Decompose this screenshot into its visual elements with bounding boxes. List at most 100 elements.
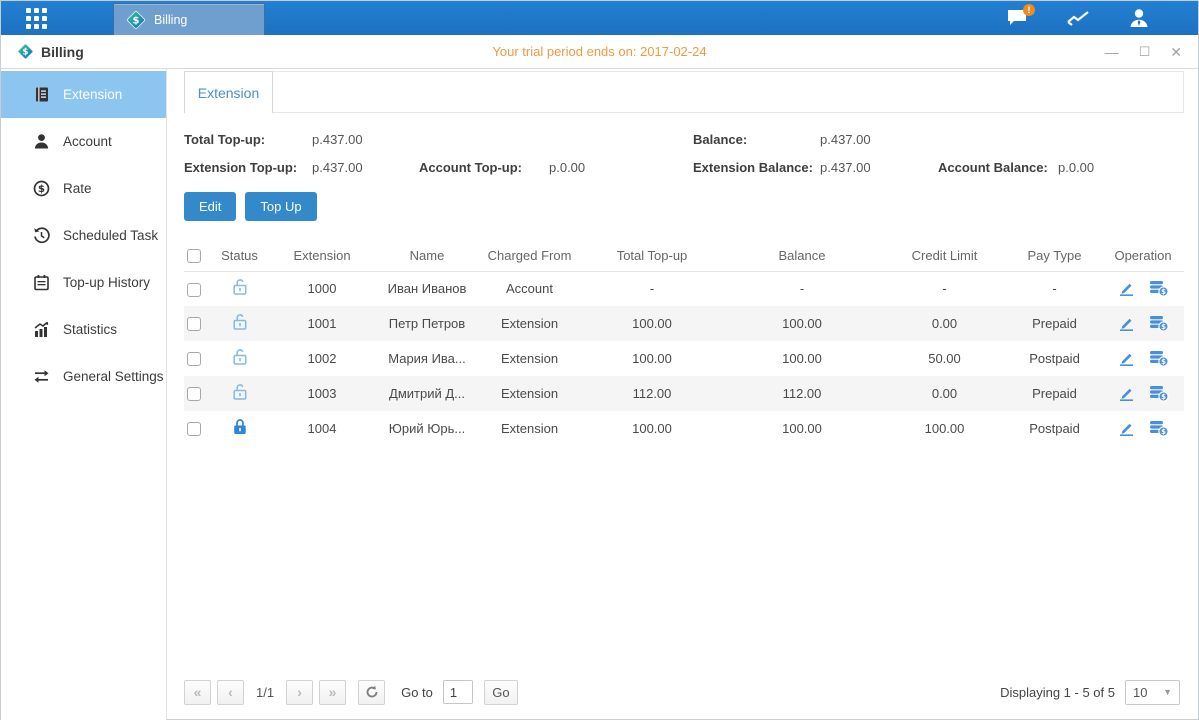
edit-row-icon[interactable] [1118, 420, 1135, 437]
cell-balance: 100.00 [722, 411, 882, 446]
main-content: Extension Total Top-up: p.437.00 Balance… [167, 69, 1198, 720]
goto-label: Go to [401, 685, 433, 700]
cell-name: Петр Петров [377, 306, 477, 341]
reports-button[interactable] [1066, 9, 1090, 27]
select-all-checkbox[interactable] [187, 249, 201, 263]
cell-total-topup: - [582, 271, 722, 306]
row-checkbox[interactable] [187, 422, 201, 436]
sidebar-item-rate[interactable]: $ Rate [1, 165, 166, 212]
cell-credit-limit: 0.00 [882, 376, 1007, 411]
billing-summary: Total Top-up: p.437.00 Balance: p.437.00… [184, 132, 1184, 175]
cell-charged-from: Extension [477, 306, 582, 341]
lock-closed-icon [232, 418, 248, 436]
first-page-button[interactable]: « [184, 680, 211, 705]
sidebar-item-extension[interactable]: Extension [1, 71, 166, 118]
refresh-button[interactable] [358, 680, 385, 705]
close-button[interactable]: ✕ [1170, 45, 1182, 59]
sidebar-item-label: Account [63, 134, 112, 149]
next-page-button[interactable]: › [286, 680, 313, 705]
rate-icon: $ [32, 180, 50, 197]
total-topup-value: p.437.00 [312, 132, 419, 147]
edit-row-icon[interactable] [1118, 350, 1135, 367]
row-checkbox[interactable] [187, 352, 201, 366]
statistics-icon [32, 321, 50, 338]
top-up-button[interactable]: Top Up [245, 192, 316, 221]
chart-icon [1066, 9, 1090, 27]
row-checkbox[interactable] [187, 283, 201, 297]
sidebar-item-statistics[interactable]: Statistics [1, 306, 166, 353]
sidebar-item-label: General Settings [63, 369, 164, 384]
user-menu-button[interactable] [1128, 8, 1150, 28]
general-settings-icon [32, 368, 50, 385]
refresh-icon [365, 685, 379, 699]
user-icon [1128, 8, 1150, 28]
edit-button[interactable]: Edit [184, 192, 236, 221]
topup-row-icon[interactable]: $ [1149, 350, 1169, 367]
topup-row-icon[interactable]: $ [1149, 280, 1169, 297]
sidebar-item-label: Statistics [63, 322, 117, 337]
col-name: Name [377, 240, 477, 271]
maximize-button[interactable]: ☐ [1139, 45, 1151, 59]
lock-open-icon [232, 278, 248, 296]
balance-value: p.437.00 [820, 132, 938, 147]
goto-page-input[interactable] [443, 680, 473, 704]
sidebar-item-scheduled-task[interactable]: Scheduled Task [1, 212, 166, 259]
col-credit-limit: Credit Limit [882, 240, 1007, 271]
extension-icon [32, 86, 50, 103]
account-balance-value: p.0.00 [1058, 160, 1184, 175]
page-size-value: 10 [1133, 685, 1147, 700]
edit-row-icon[interactable] [1118, 385, 1135, 402]
col-charged-from: Charged From [477, 240, 582, 271]
lock-open-icon [232, 313, 248, 331]
prev-page-button[interactable]: ‹ [217, 680, 244, 705]
minimize-button[interactable]: — [1105, 45, 1119, 59]
cell-total-topup: 112.00 [582, 376, 722, 411]
window-title-text: Billing [41, 44, 84, 60]
scheduled-task-icon [32, 227, 50, 244]
account-topup-value: p.0.00 [549, 160, 693, 175]
cell-charged-from: Extension [477, 411, 582, 446]
cell-pay-type: Prepaid [1007, 376, 1102, 411]
sidebar-item-account[interactable]: Account [1, 118, 166, 165]
topup-history-icon [32, 274, 50, 291]
table-row: 1004Юрий Юрь...Extension100.00100.00100.… [184, 411, 1184, 446]
extension-topup-label: Extension Top-up: [184, 160, 312, 175]
cell-credit-limit: 100.00 [882, 411, 1007, 446]
cell-name: Дмитрий Д... [377, 376, 477, 411]
sidebar-item-label: Top-up History [63, 275, 150, 290]
account-icon [32, 133, 50, 150]
app-grid-button[interactable] [1, 1, 71, 35]
go-button[interactable]: Go [484, 680, 518, 705]
billing-diamond-icon-small: $ [17, 43, 34, 60]
tab-extension[interactable]: Extension [184, 71, 273, 113]
page-size-select[interactable]: 10 ▼ [1125, 680, 1180, 705]
sidebar-item-general-settings[interactable]: General Settings [1, 353, 166, 400]
billing-app-tab[interactable]: $ Billing [113, 3, 265, 35]
col-operation: Operation [1102, 240, 1184, 271]
edit-row-icon[interactable] [1118, 315, 1135, 332]
account-balance-label: Account Balance: [938, 160, 1058, 175]
topup-row-icon[interactable]: $ [1149, 315, 1169, 332]
col-balance: Balance [722, 240, 882, 271]
last-page-button[interactable]: » [319, 680, 346, 705]
cell-total-topup: 100.00 [582, 306, 722, 341]
table-row: 1000Иван ИвановAccount----$ [184, 271, 1184, 306]
cell-credit-limit: 50.00 [882, 341, 1007, 376]
sidebar: Extension Account $ Rate Scheduled Task … [1, 69, 167, 720]
col-extension: Extension [267, 240, 377, 271]
edit-row-icon[interactable] [1118, 280, 1135, 297]
col-status: Status [212, 240, 267, 271]
topup-row-icon[interactable]: $ [1149, 420, 1169, 437]
page-indicator: 1/1 [250, 685, 280, 700]
cell-extension: 1001 [267, 306, 377, 341]
row-checkbox[interactable] [187, 387, 201, 401]
tabstrip-filler [273, 71, 1184, 113]
messages-button[interactable]: ! [1006, 9, 1028, 27]
tabstrip: Extension [184, 71, 1184, 113]
svg-text:$: $ [23, 48, 29, 58]
topup-row-icon[interactable]: $ [1149, 385, 1169, 402]
sidebar-item-topup-history[interactable]: Top-up History [1, 259, 166, 306]
extension-balance-value: p.437.00 [820, 160, 938, 175]
chevron-down-icon: ▼ [1163, 687, 1172, 697]
row-checkbox[interactable] [187, 317, 201, 331]
